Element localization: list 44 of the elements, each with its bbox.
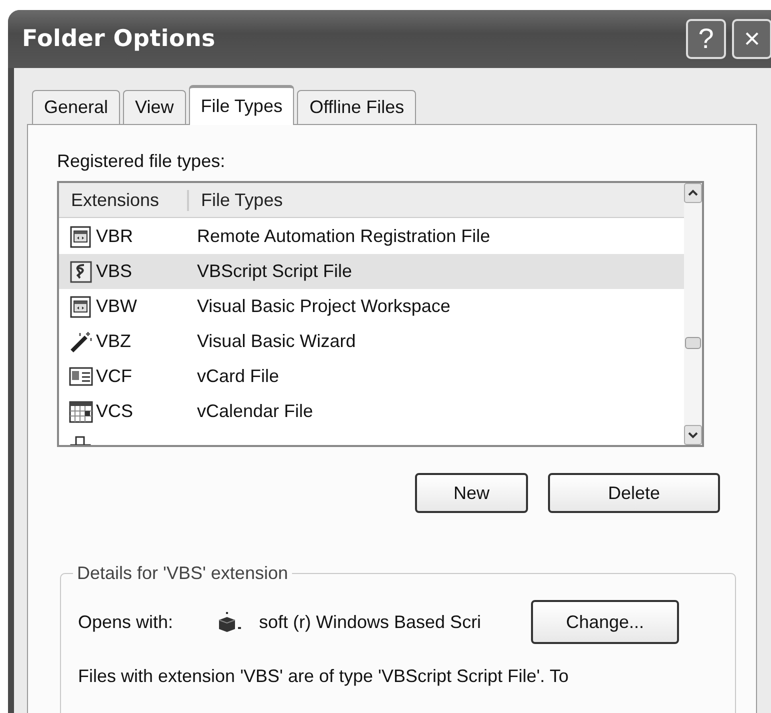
scrollbar-thumb[interactable] <box>685 337 701 349</box>
extension-cell: VBW <box>96 296 138 317</box>
calendar-icon <box>69 400 93 424</box>
window-document-icon <box>69 294 93 318</box>
opens-with-label: Opens with: <box>78 612 174 632</box>
column-header[interactable]: Extensions <box>59 190 189 210</box>
file-type-cell: VBScript Script File <box>197 261 352 282</box>
extension-cell: VBR <box>96 226 134 247</box>
extension-cell: VCS <box>96 401 134 422</box>
list-row[interactable]: VBZ Visual Basic Wizard <box>59 324 684 359</box>
file-type-cell: Visual Basic Project Workspace <box>197 296 450 317</box>
program-name: soft (r) Windows Based Scri <box>259 612 482 632</box>
script-scroll-icon <box>69 260 93 284</box>
column-header[interactable]: File Types <box>189 190 283 210</box>
change-button[interactable]: Change... <box>531 600 679 644</box>
list-row[interactable]: VBW Visual Basic Project Workspace <box>59 289 684 324</box>
window-document-icon <box>69 224 93 248</box>
tab[interactable]: General <box>32 90 120 124</box>
contact-card-icon <box>69 364 93 388</box>
scroll-down-icon[interactable] <box>684 425 702 445</box>
file-type-cell: Remote Automation Registration File <box>197 226 490 247</box>
close-button[interactable]: × <box>732 19 771 59</box>
list-row[interactable]: VBR Remote Automation Registration File <box>59 219 684 254</box>
window-title: Folder Options <box>22 26 216 52</box>
new-button[interactable]: New <box>415 473 528 513</box>
magic-wand-icon <box>69 330 93 354</box>
extension-cell: VCF <box>96 366 132 387</box>
description-text: Files with extension 'VBS' are of type 'VBScript Script File'. To <box>78 666 570 687</box>
extension-cell: VBS <box>96 261 132 282</box>
list-label: Registered file types: <box>57 151 226 173</box>
delete-button[interactable]: Delete <box>548 473 720 513</box>
list-row[interactable]: VCS vCalendar File <box>59 394 684 429</box>
file-type-cell: vCard File <box>197 366 280 387</box>
tab[interactable]: File Types <box>188 85 294 125</box>
list-row[interactable]: VBS VBScript Script File <box>59 254 684 289</box>
vertical-scrollbar[interactable] <box>684 183 702 445</box>
help-button[interactable]: ? <box>686 19 726 59</box>
extension-cell: VBZ <box>96 331 132 352</box>
tab[interactable]: View <box>123 90 186 124</box>
tab[interactable]: Offline Files <box>297 90 416 124</box>
file-type-cell: Visual Basic Wizard <box>197 331 356 352</box>
list-row[interactable]: VCF vCard File <box>59 359 684 394</box>
file-type-cell: vCalendar File <box>197 401 314 422</box>
scroll-up-icon[interactable] <box>684 183 702 203</box>
